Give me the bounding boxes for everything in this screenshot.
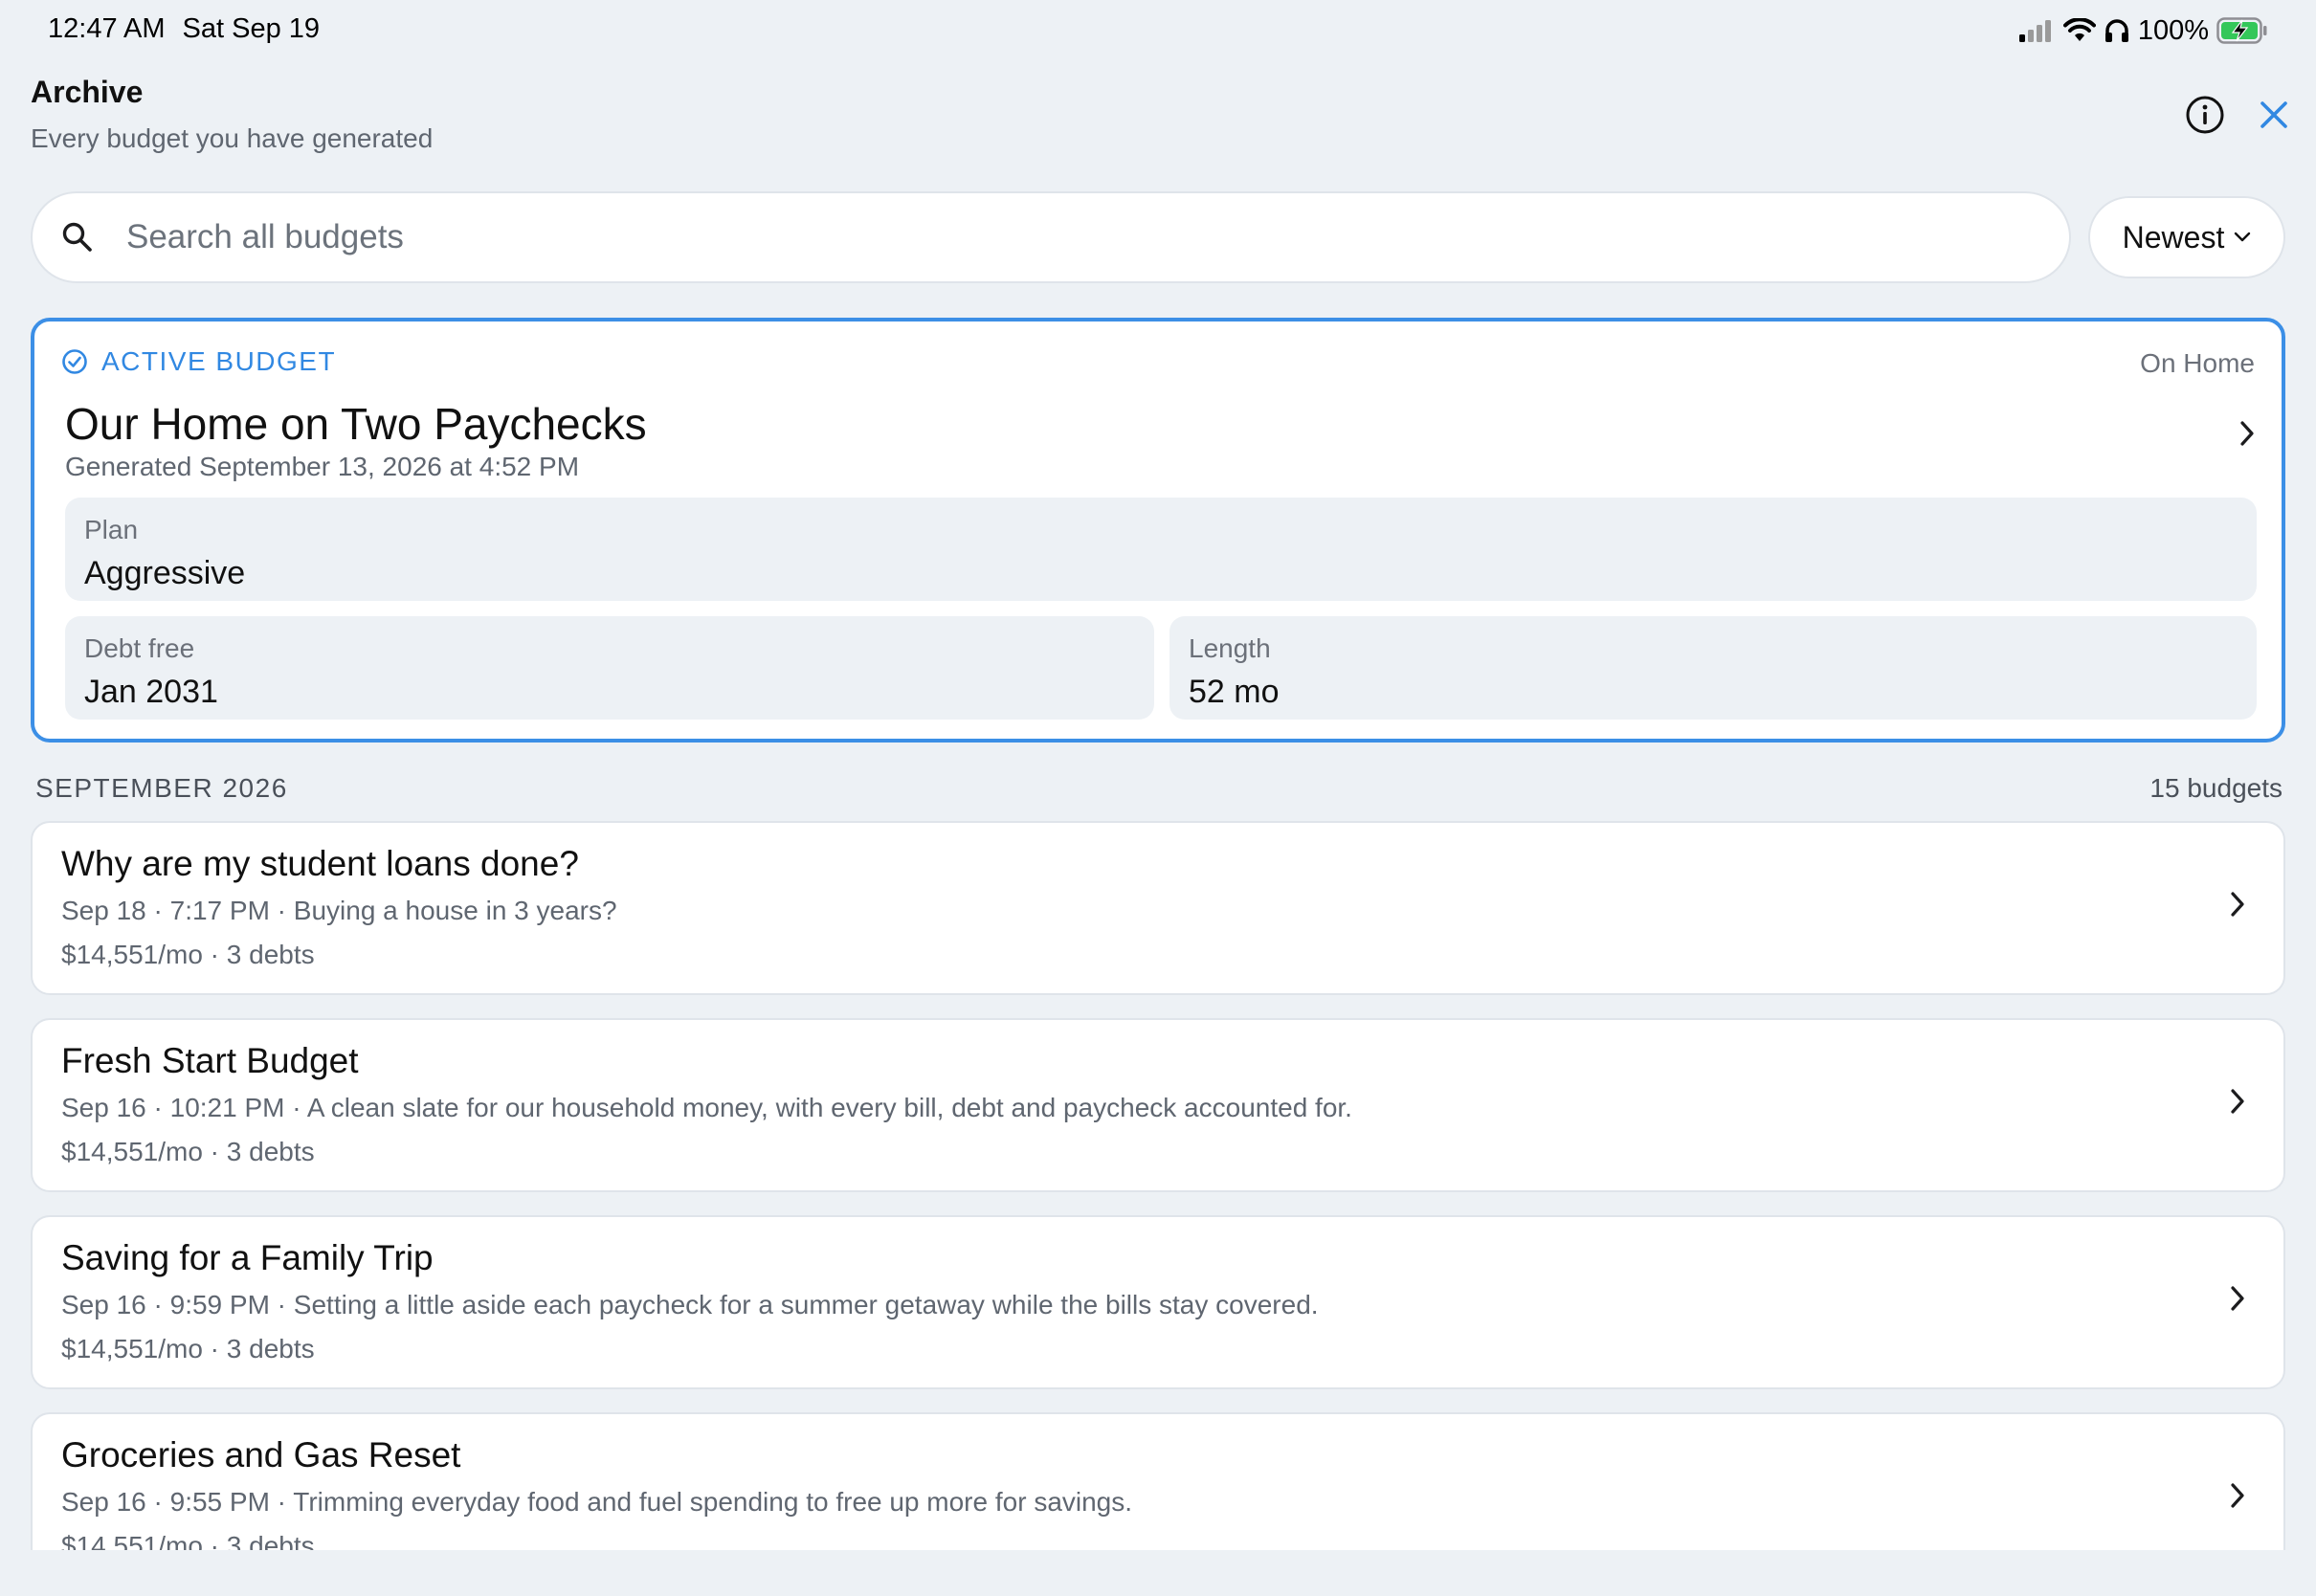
debt-free-value: Jan 2031	[84, 674, 218, 710]
close-icon	[2260, 101, 2287, 128]
list-item[interactable]: Groceries and Gas Reset Sep 16 · 9:55 PM…	[31, 1412, 2285, 1550]
search-input[interactable]	[126, 218, 1945, 256]
budget-amount: $14,551/mo · 3 debts	[61, 940, 315, 969]
chevron-right-icon	[2228, 1087, 2247, 1120]
status-indicators: 100%	[2017, 13, 2268, 48]
battery-percent: 100%	[2137, 14, 2209, 46]
check-circle-icon	[62, 349, 87, 374]
budget-amount: $14,551/mo · 3 debts	[61, 1334, 315, 1363]
status-time: 12:47 AM Sat Sep 19	[48, 13, 320, 45]
list-item[interactable]: Why are my student loans done? Sep 18 · …	[31, 821, 2285, 995]
debt-free-stat: Debt free Jan 2031	[65, 616, 1154, 720]
section-count: 15 budgets	[2149, 773, 2283, 803]
search-icon	[62, 222, 92, 252]
list-item[interactable]: Fresh Start Budget Sep 16 · 10:21 PM · A…	[31, 1018, 2285, 1192]
budget-meta: Sep 16 · 9:59 PM · Setting a little asid…	[61, 1290, 1319, 1319]
status-clock: 12:47 AM	[48, 13, 166, 44]
length-label: Length	[1189, 633, 1271, 663]
length-stat: Length 52 mo	[1169, 616, 2257, 720]
active-budget-chevron	[2238, 419, 2257, 453]
plan-stat: Plan Aggressive	[65, 498, 2257, 601]
budget-title: Fresh Start Budget	[61, 1041, 359, 1080]
budget-amount: $14,551/mo · 3 debts	[61, 1531, 315, 1550]
active-budget-label: ACTIVE BUDGET	[101, 346, 337, 376]
budget-meta: Sep 16 · 10:21 PM · A clean slate for ou…	[61, 1093, 1352, 1122]
active-budget-title: Our Home on Two Paychecks	[65, 399, 647, 449]
info-circle-icon	[2186, 96, 2224, 134]
section-title: SEPTEMBER 2026	[35, 773, 288, 803]
archive-header: Archive Every budget you have generated	[31, 75, 433, 154]
close-button[interactable]	[2251, 92, 2297, 138]
budget-list[interactable]: Why are my student loans done? Sep 18 · …	[0, 821, 2316, 1550]
plan-label: Plan	[84, 515, 139, 544]
cellular-signal-icon	[2018, 20, 2051, 42]
active-budget-tag: ACTIVE BUDGET	[61, 346, 336, 377]
length-value: 52 mo	[1189, 674, 1280, 710]
budget-title: Groceries and Gas Reset	[61, 1435, 461, 1474]
budget-amount: $14,551/mo · 3 debts	[61, 1137, 315, 1166]
chevron-right-icon	[2228, 890, 2247, 923]
plan-value: Aggressive	[84, 555, 246, 591]
page-title: Archive	[31, 75, 144, 109]
chevron-down-icon	[2235, 232, 2251, 242]
active-budget-generated: Generated September 13, 2026 at 4:52 PM	[65, 452, 580, 481]
section-header: SEPTEMBER 2026 15 budgets	[35, 773, 2283, 804]
page-subtitle: Every budget you have generated	[31, 123, 434, 153]
debt-free-label: Debt free	[84, 633, 195, 663]
budget-meta: Sep 18 · 7:17 PM · Buying a house in 3 y…	[61, 896, 617, 925]
battery-charging-icon	[2216, 17, 2267, 44]
active-budget-card[interactable]: ACTIVE BUDGET On Home Our Home on Two Pa…	[31, 318, 2285, 743]
sort-dropdown[interactable]: Newest	[2088, 196, 2285, 278]
budget-meta: Sep 16 · 9:55 PM · Trimming everyday foo…	[61, 1487, 1133, 1517]
headphones-icon	[2104, 19, 2128, 42]
chevron-right-icon	[2228, 1481, 2247, 1515]
on-home-label: On Home	[2140, 348, 2255, 378]
status-date: Sat Sep 19	[182, 13, 321, 44]
info-button[interactable]	[2182, 92, 2228, 138]
chevron-right-icon	[2228, 1284, 2247, 1318]
list-item[interactable]: Saving for a Family Trip Sep 16 · 9:59 P…	[31, 1215, 2285, 1389]
budget-title: Saving for a Family Trip	[61, 1238, 434, 1277]
sort-selected: Newest	[2122, 219, 2225, 255]
status-bar: 12:47 AM Sat Sep 19 100%	[0, 0, 2316, 61]
chevron-right-icon	[2240, 421, 2254, 446]
wifi-icon	[2062, 18, 2096, 41]
budget-title: Why are my student loans done?	[61, 844, 579, 883]
search-bar[interactable]	[31, 191, 2071, 283]
